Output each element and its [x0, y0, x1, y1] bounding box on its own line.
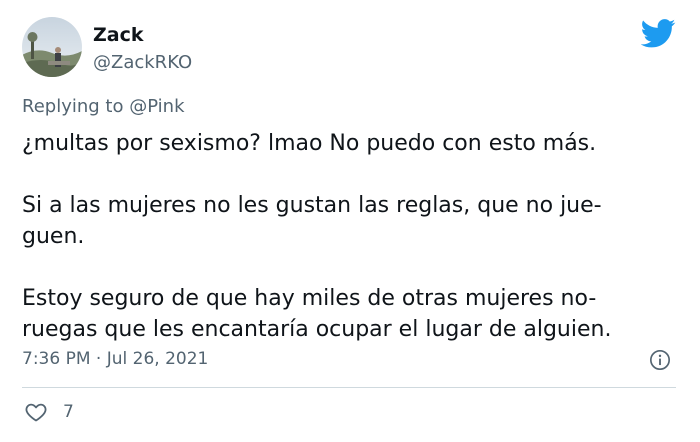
tweet-time: 7:36 PM — [22, 349, 91, 369]
author-block[interactable]: Zack @ZackRKO — [93, 24, 192, 74]
replying-to: Replying to @Pink — [22, 95, 185, 119]
tweet-paragraph: Estoy seguro de que hay miles de otras m… — [22, 283, 682, 345]
avatar[interactable] — [22, 17, 82, 77]
tweet-line: ¿multas por sexismo? lmao No puedo con e… — [22, 131, 597, 156]
twitter-bird-icon[interactable] — [641, 19, 676, 48]
tweet-paragraph: Si a las mujeres no les gustan las regla… — [22, 190, 682, 252]
like-count: 7 — [63, 402, 74, 422]
tweet-line: Si a las mujeres no les gustan las regla… — [22, 193, 602, 218]
like-button[interactable]: 7 — [24, 400, 74, 424]
tweet-date: Jul 26, 2021 — [106, 349, 209, 369]
meta-separator: · — [90, 349, 107, 369]
profile-photo-icon — [22, 17, 82, 77]
tweet-line: guen. — [22, 224, 85, 249]
info-icon[interactable] — [649, 349, 671, 371]
heart-icon — [24, 400, 48, 424]
divider — [22, 387, 676, 388]
tweet-card: Zack @ZackRKO Replying to @Pink ¿multas … — [0, 0, 700, 442]
user-handle[interactable]: @ZackRKO — [93, 52, 192, 74]
replying-to-prefix: Replying to — [22, 96, 130, 117]
tweet-line: Estoy seguro de que hay miles de otras m… — [22, 286, 597, 311]
tweet-timestamp: 7:36 PM · Jul 26, 2021 — [22, 347, 208, 371]
timestamp-link[interactable]: 7:36 PM · Jul 26, 2021 — [22, 349, 208, 369]
reply-mention-link[interactable]: @Pink — [129, 96, 184, 117]
display-name[interactable]: Zack — [93, 24, 192, 46]
tweet-paragraph: ¿multas por sexismo? lmao No puedo con e… — [22, 128, 682, 159]
tweet-line: ruegas que les encantaría ocupar el luga… — [22, 317, 612, 342]
tweet-text: ¿multas por sexismo? lmao No puedo con e… — [22, 128, 682, 345]
